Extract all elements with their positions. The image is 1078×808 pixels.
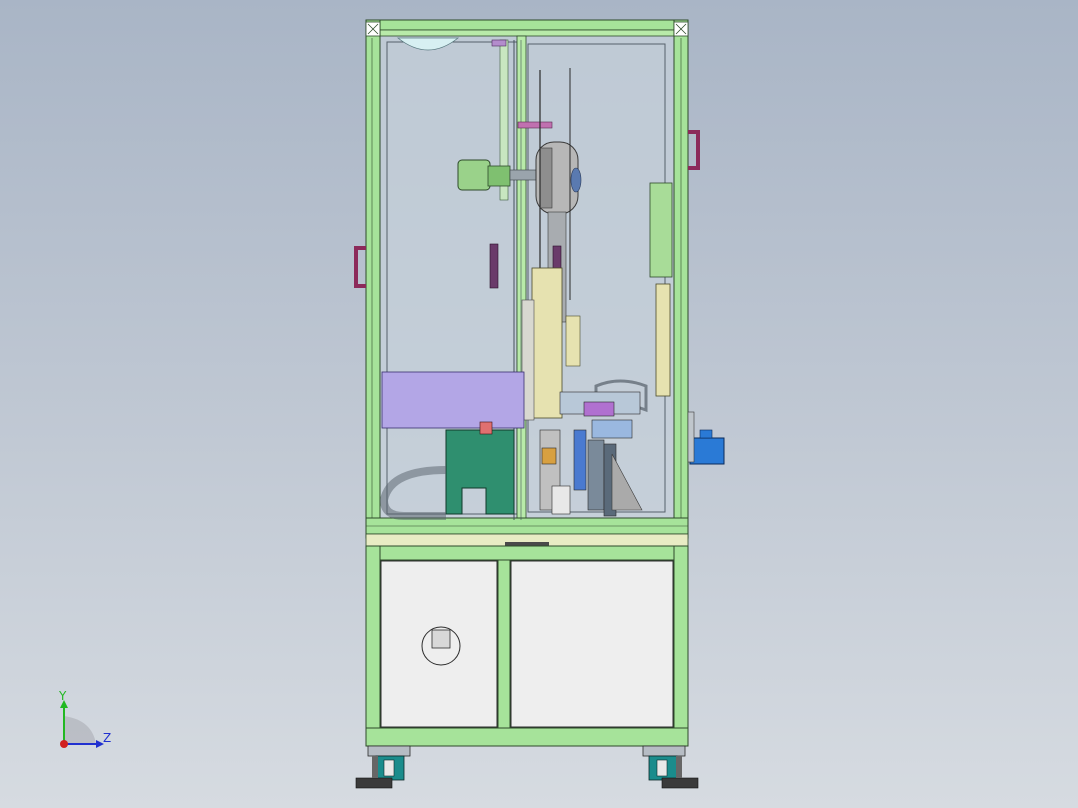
triad-plane — [64, 716, 96, 744]
orientation-triad: Y Z — [58, 689, 111, 748]
z-axis-label: Z — [103, 731, 111, 745]
y-axis-label: Y — [58, 689, 67, 703]
cad-viewport[interactable]: Y Z — [0, 0, 1078, 808]
x-axis-dot — [60, 740, 68, 748]
